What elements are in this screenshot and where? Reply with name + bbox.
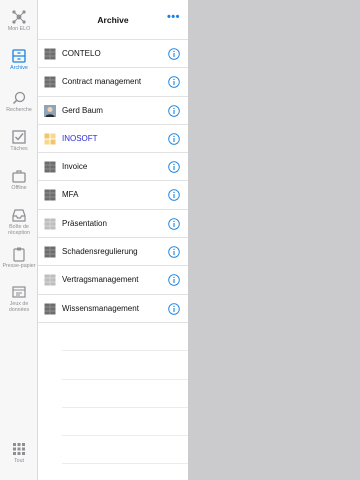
list-item[interactable]: INOSOFT	[38, 125, 188, 154]
empty-row	[62, 408, 188, 437]
tab-archive[interactable]: Archive	[0, 48, 38, 71]
tab-label: Jeux de données	[8, 301, 30, 313]
list-item[interactable]: Invoice	[38, 153, 188, 182]
empty-row	[62, 323, 188, 352]
tab-label: Tâches	[10, 146, 28, 152]
item-label: MFA	[62, 190, 79, 200]
grid-icon	[13, 443, 25, 455]
info-icon[interactable]	[168, 274, 180, 287]
empty-row	[62, 436, 188, 465]
info-icon[interactable]	[168, 302, 180, 315]
tab-boite-de-reception[interactable]: Boîte de réception	[0, 207, 38, 236]
info-icon[interactable]	[168, 48, 180, 60]
cabinet-icon	[44, 161, 56, 173]
info-icon[interactable]	[168, 189, 180, 202]
info-icon[interactable]	[168, 104, 180, 117]
list-item[interactable]: Gerd Baum	[38, 97, 188, 125]
detail-pane	[188, 0, 360, 480]
info-icon[interactable]	[168, 76, 180, 89]
list-item[interactable]: Contract management	[38, 68, 188, 97]
cabinet-icon	[44, 48, 56, 60]
navigation-bar: Archive •••	[38, 0, 188, 40]
archive-list: CONTELO Contract management Gerd Baum IN…	[38, 40, 188, 465]
person-photo-icon	[44, 104, 56, 117]
datasets-icon	[12, 286, 26, 298]
info-icon[interactable]	[168, 246, 180, 258]
tab-offline[interactable]: Offline	[0, 168, 38, 191]
list-item[interactable]: Wissensmanagement	[38, 295, 188, 323]
inbox-tray-icon	[12, 209, 26, 222]
tab-recherche[interactable]: Recherche	[0, 90, 38, 113]
page-title: Archive	[97, 15, 129, 25]
item-label: Invoice	[62, 162, 88, 172]
tab-label: Archive	[10, 65, 28, 71]
info-icon[interactable]	[168, 218, 180, 230]
empty-row	[62, 351, 188, 380]
info-icon[interactable]	[168, 161, 180, 173]
item-label: Präsentation	[62, 218, 107, 228]
tab-label: Recherche	[6, 107, 32, 113]
tab-taches[interactable]: Tâches	[0, 129, 38, 152]
clipboard-icon	[13, 247, 25, 262]
tab-tout[interactable]: Tout	[0, 441, 38, 464]
search-icon	[12, 91, 26, 105]
cabinet-icon	[44, 246, 56, 258]
item-label: Contract management	[62, 77, 142, 87]
empty-row	[62, 380, 188, 408]
network-icon	[12, 10, 26, 24]
list-item[interactable]: Schadensregulierung	[38, 238, 188, 267]
item-label: Gerd Baum	[62, 105, 103, 115]
list-item[interactable]: Vertragsmanagement	[38, 266, 188, 295]
item-label: CONTELO	[62, 49, 101, 58]
briefcase-icon	[12, 170, 26, 183]
item-label: Wissensmanagement	[62, 303, 139, 313]
list-item[interactable]: Präsentation	[38, 210, 188, 239]
tab-label: Tout	[13, 458, 24, 464]
tab-label: Boîte de réception	[8, 224, 30, 236]
info-icon[interactable]	[168, 133, 180, 145]
tab-label: Mon ELO	[7, 26, 31, 32]
tab-label: Presse-papier	[2, 263, 36, 269]
cabinet-icon	[44, 76, 56, 88]
yellow-folder-icon	[44, 133, 56, 145]
more-options-icon[interactable]: •••	[167, 11, 180, 23]
item-label: INOSOFT	[62, 133, 98, 143]
cabinet-icon	[44, 303, 56, 315]
tab-jeux-de-donnees[interactable]: Jeux de données	[0, 284, 38, 313]
cabinet-light-icon	[44, 274, 56, 286]
archive-list-pane: Archive ••• CONTELO Contract management	[38, 0, 188, 480]
tab-presse-papier[interactable]: Presse-papier	[0, 246, 38, 269]
cabinet-light-icon	[44, 218, 56, 230]
item-label: Vertragsmanagement	[62, 275, 139, 285]
tab-label: Offline	[11, 185, 27, 191]
list-item[interactable]: CONTELO	[38, 40, 188, 69]
archive-icon	[12, 49, 26, 63]
cabinet-icon	[44, 189, 56, 201]
item-label: Schadensregulierung	[62, 247, 138, 257]
tab-mon-elo[interactable]: Mon ELO	[0, 9, 38, 32]
list-item[interactable]: MFA	[38, 181, 188, 210]
tasks-checkbox-icon	[12, 130, 26, 144]
tab-rail: Mon ELO Archive Recherche Tâches Offline	[0, 0, 38, 480]
